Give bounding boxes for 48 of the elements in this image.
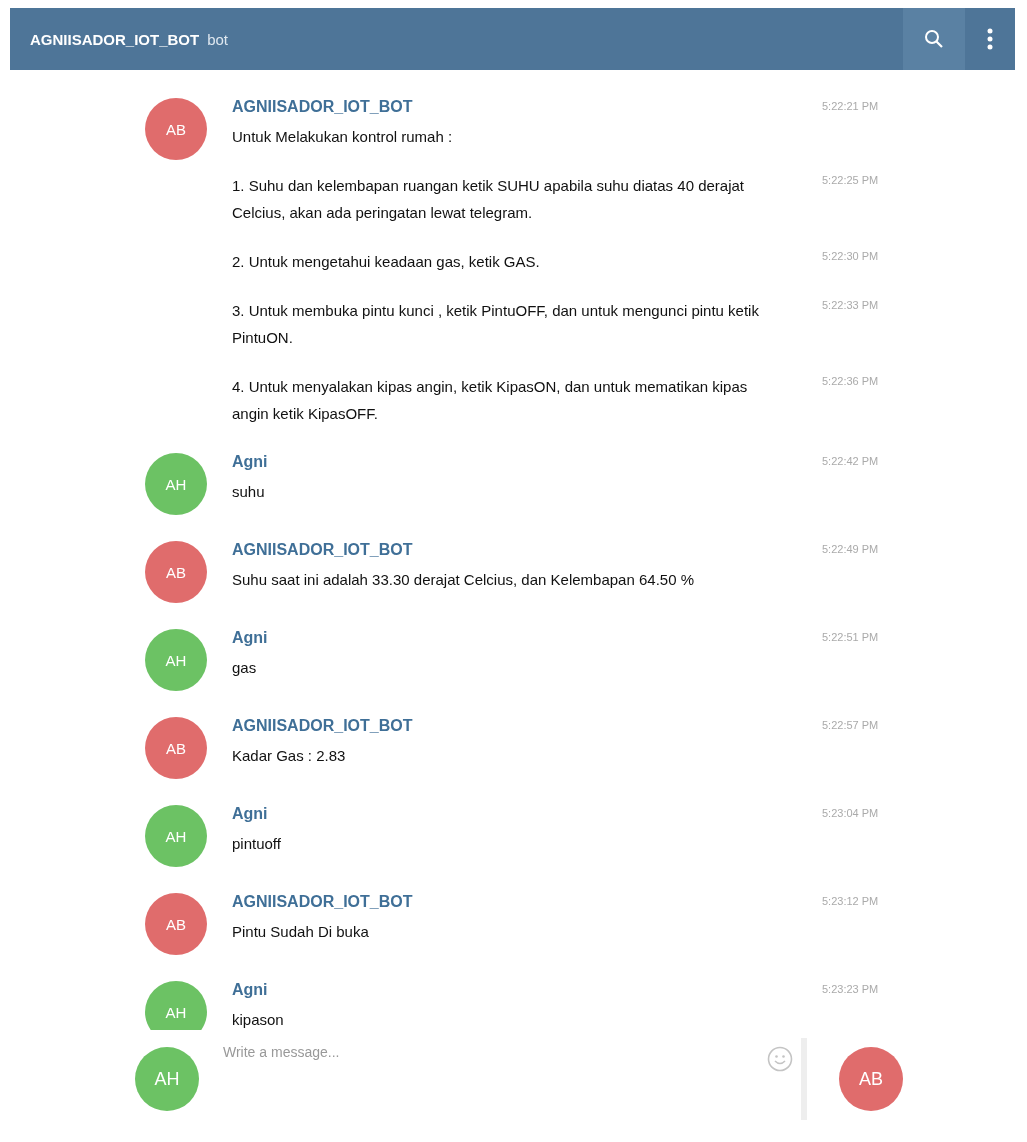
message-time: 5:22:57 PM	[822, 718, 879, 733]
avatar[interactable]: AH	[135, 1047, 199, 1111]
message-time: 5:22:49 PM	[822, 542, 879, 557]
message-time: 5:23:12 PM	[822, 894, 879, 909]
message-time: 5:22:25 PM	[822, 173, 879, 188]
sender-name[interactable]: AGNIISADOR_IOT_BOT	[232, 98, 787, 116]
message-text: Kadar Gas : 2.83	[232, 746, 347, 766]
message-text: kipason	[232, 1010, 285, 1030]
avatar[interactable]: AB	[145, 893, 207, 955]
message-time: 5:22:42 PM	[822, 454, 879, 469]
emoji-icon[interactable]	[767, 1046, 793, 1072]
sender-name[interactable]: AGNIISADOR_IOT_BOT	[232, 717, 787, 735]
message-text: 4. Untuk menyalakan kipas angin, ketik KipasON, dan untuk mematikan kipas angin ketik KipasOFF.	[232, 377, 749, 424]
avatar[interactable]: AH	[145, 981, 207, 1030]
message-text: 3. Untuk membuka pintu kunci , ketik PintuOFF, dan untuk mengunci pintu ketik PintuON.	[232, 301, 760, 348]
message-text: Untuk Melakukan kontrol rumah :	[232, 127, 454, 147]
message-text: 1. Suhu dan kelembapan ruangan ketik SUHU apabila suhu diatas 40 derajat Celcius, akan ada peringatan lewat telegram.	[232, 176, 745, 223]
avatar[interactable]: AB	[145, 98, 207, 160]
sender-name[interactable]: AGNIISADOR_IOT_BOT	[232, 893, 787, 911]
message-text: gas	[232, 658, 258, 678]
message-text: Pintu Sudah Di buka	[232, 922, 370, 942]
avatar[interactable]: AH	[145, 453, 207, 515]
sender-name[interactable]: Agni	[232, 805, 787, 823]
sender-name[interactable]: Agni	[232, 453, 787, 471]
avatar[interactable]: AB	[145, 717, 207, 779]
message-time: 5:23:23 PM	[822, 982, 879, 997]
chat-title: AGNIISADOR_IOT_BOT	[30, 30, 200, 48]
sender-name[interactable]: Agni	[232, 629, 787, 647]
avatar[interactable]: AH	[145, 805, 207, 867]
avatar[interactable]: AB	[145, 541, 207, 603]
search-icon	[924, 29, 944, 49]
search-button[interactable]	[903, 8, 965, 70]
avatar[interactable]: AB	[839, 1047, 903, 1111]
chat-subtitle: bot	[207, 30, 229, 48]
message-text: suhu	[232, 482, 266, 502]
message-text: 2. Untuk mengetahui keadaan gas, ketik GAS.	[232, 252, 541, 272]
avatar[interactable]: AH	[145, 629, 207, 691]
message-time: 5:22:21 PM	[822, 99, 879, 114]
sender-name[interactable]: AGNIISADOR_IOT_BOT	[232, 541, 787, 559]
message-time: 5:22:36 PM	[822, 374, 879, 389]
message-time: 5:23:04 PM	[822, 806, 879, 821]
message-time: 5:22:30 PM	[822, 249, 879, 264]
sender-name[interactable]: Agni	[232, 981, 787, 999]
message-text: Suhu saat ini adalah 33.30 derajat Celcius, dan Kelembapan 64.50 %	[232, 570, 695, 590]
message-time: 5:22:33 PM	[822, 298, 879, 313]
more-icon	[987, 28, 993, 50]
message-text: pintuoff	[232, 834, 282, 854]
message-time: 5:22:51 PM	[822, 630, 879, 645]
